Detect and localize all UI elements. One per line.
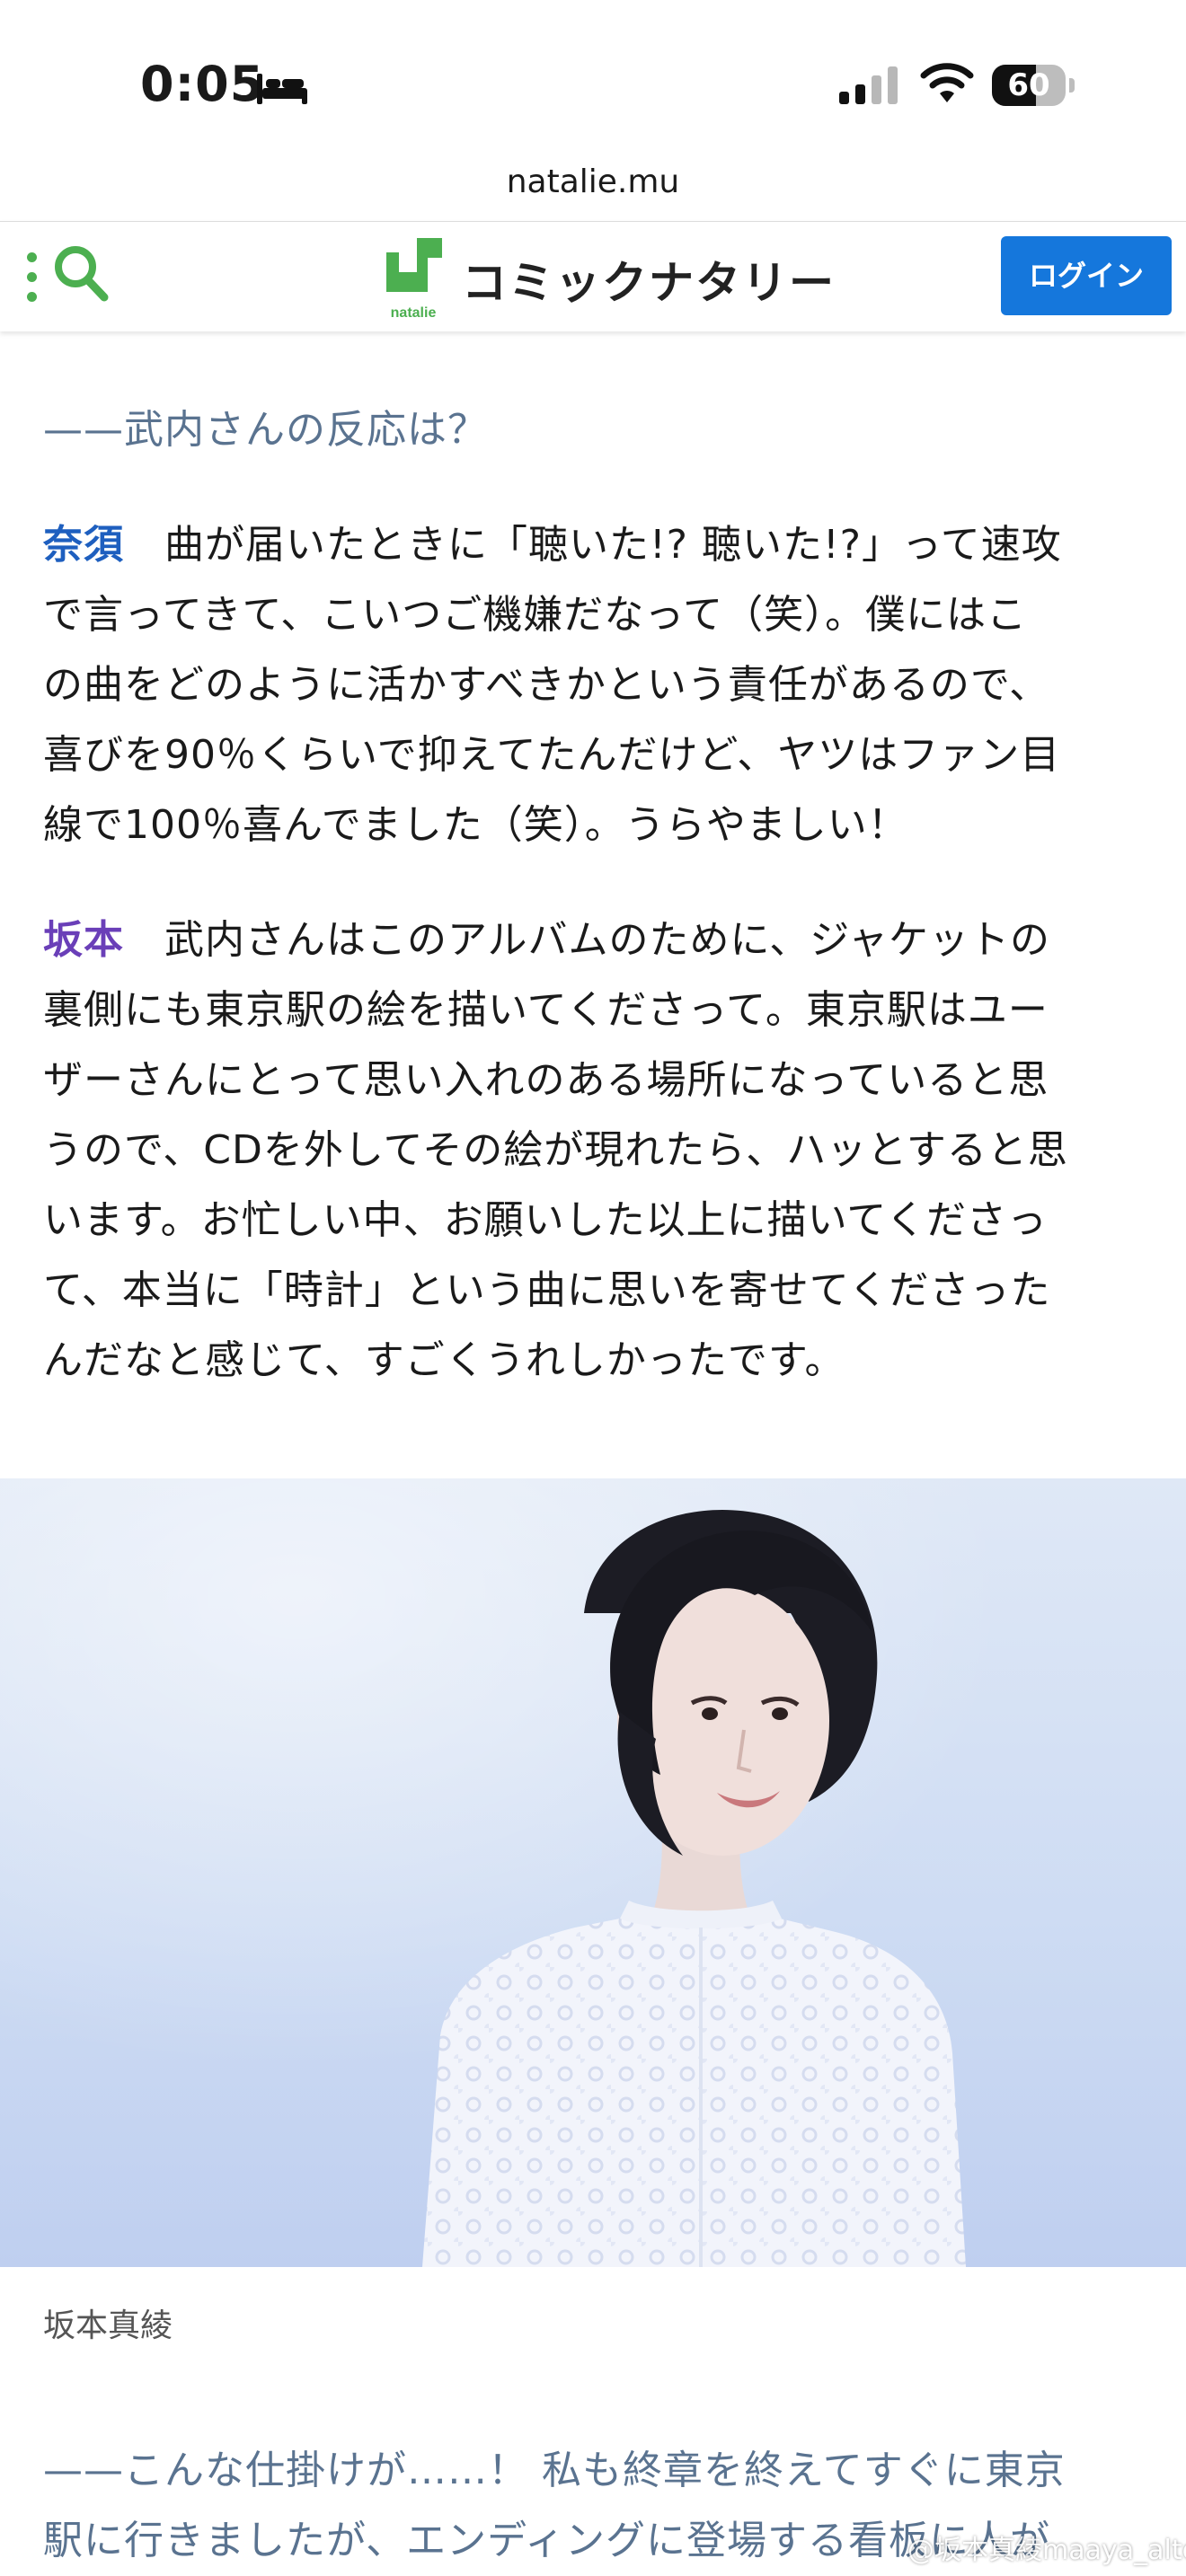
speaker-name: 坂本 <box>43 917 124 963</box>
answer-line: の曲をどのように活かすべきかという責任があるので、 <box>43 662 1050 708</box>
answer-line: で言ってきて、こいつご機嫌だなって（笑）。僕にはこ <box>43 592 1028 638</box>
answer-line: うので、CDを外してその絵が現れたら、ハッとすると思 <box>43 1127 1068 1173</box>
answer-sakamoto: 坂本 武内さんはこのアルバムのために、ジャケットの 裏側にも東京駅の絵を描いてく… <box>43 905 1166 1396</box>
battery-icon: 60 <box>992 65 1075 108</box>
question-line: ——こんな仕掛けが……！ 私も終章を終えてすぐに東京 <box>43 2448 1066 2493</box>
answer-line: 線で100％喜んでました（笑）。うらやましい！ <box>43 802 908 848</box>
status-bar: 0:05 60 natalie.mu <box>0 0 1186 200</box>
login-button[interactable]: ログイン <box>1001 236 1172 315</box>
logo-caption: natalie <box>391 305 437 321</box>
bed-icon <box>257 74 307 104</box>
photo-caption: 坂本真綾 <box>43 2307 173 2344</box>
search-icon[interactable] <box>50 242 111 306</box>
wifi-icon <box>920 63 974 102</box>
caption-band <box>0 2267 1186 2375</box>
answer-line: んだなと感じて、すごくうれしかったです。 <box>43 1337 845 1383</box>
answer-nasu: 奈須 曲が届いたときに「聴いた!? 聴いた!?」って速攻 で言ってきて、こいつご… <box>43 510 1166 860</box>
answer-line: て、本当に「時計」という曲に思いを寄せてくださった <box>43 1267 1051 1313</box>
interview-question: ——武内さんの反応は？ <box>43 407 488 453</box>
answer-line: 武内さんはこのアルバムのために、ジャケットの <box>164 917 1051 963</box>
weibo-watermark: @坂本真綾maaya_alter <box>907 2535 1186 2566</box>
status-time: 0:05 <box>140 56 265 112</box>
article-photo[interactable] <box>0 1478 1186 2267</box>
site-title[interactable]: コミックナタリー <box>462 247 836 312</box>
battery-level: 60 <box>1007 67 1050 103</box>
site-header: natalie コミックナタリー ログイン <box>0 221 1186 331</box>
answer-line: 裏側にも東京駅の絵を描いてくださって。東京駅はユー <box>43 987 1049 1033</box>
answer-line: ザーさんにとって思い入れのある場所になっていると思 <box>43 1057 1049 1103</box>
speaker-name: 奈須 <box>43 522 124 568</box>
answer-line: 喜びを90％くらいで抑えてたんだけど、ヤツはファン目 <box>43 732 1061 778</box>
answer-line: います。お忙しい中、お願いした以上に描いてくださっ <box>43 1197 1048 1243</box>
menu-dots-icon[interactable] <box>25 249 40 306</box>
cellular-signal-icon <box>839 66 898 104</box>
answer-line: 曲が届いたときに「聴いた!? 聴いた!?」って速攻 <box>164 522 1062 568</box>
natalie-logo-icon[interactable]: natalie <box>381 236 446 322</box>
address-bar-url[interactable]: natalie.mu <box>0 163 1186 200</box>
